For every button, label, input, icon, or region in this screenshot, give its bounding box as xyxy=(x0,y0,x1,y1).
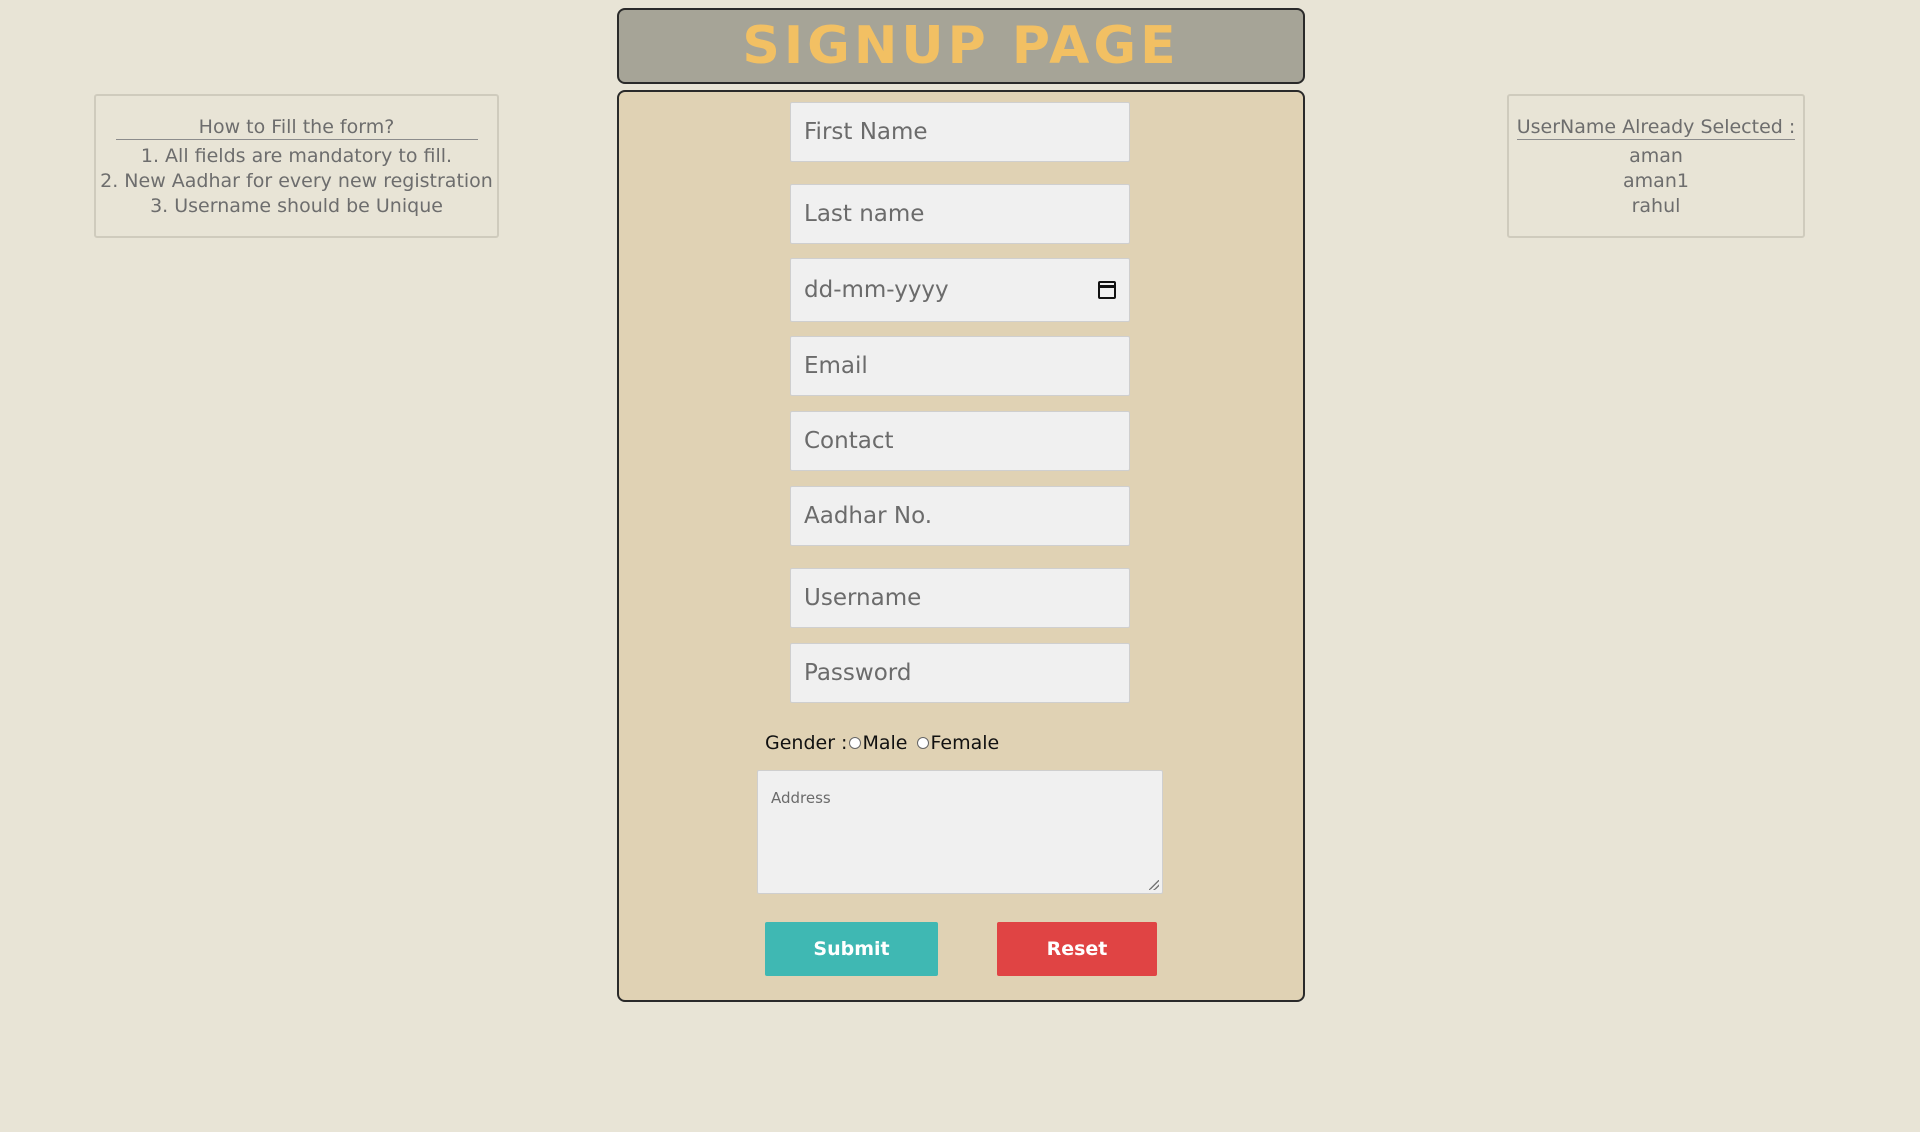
email-placeholder: Email xyxy=(804,353,868,379)
gender-group: Gender : Male Female xyxy=(765,732,999,754)
calendar-icon[interactable] xyxy=(1098,281,1116,299)
instruction-item: 3. Username should be Unique xyxy=(150,195,443,217)
dob-input[interactable]: dd-mm-yyyy xyxy=(790,258,1130,322)
instruction-item: 1. All fields are mandatory to fill. xyxy=(140,145,453,167)
signup-form: First Name Last name dd-mm-yyyy Email Co… xyxy=(617,90,1305,1002)
submit-button[interactable]: Submit xyxy=(765,922,938,976)
aadhar-placeholder: Aadhar No. xyxy=(804,503,933,529)
password-placeholder: Password xyxy=(804,660,912,686)
first-name-input[interactable]: First Name xyxy=(790,102,1130,162)
address-placeholder: Address xyxy=(771,789,831,807)
username-placeholder: Username xyxy=(804,585,922,611)
instructions-panel: How to Fill the form? 1. All fields are … xyxy=(94,94,499,238)
gender-male-radio[interactable] xyxy=(849,737,862,749)
gender-female-radio[interactable] xyxy=(917,737,930,749)
gender-male-label[interactable]: Male xyxy=(862,732,907,754)
instructions-title: How to Fill the form? xyxy=(115,116,478,140)
dob-placeholder: dd-mm-yyyy xyxy=(804,277,949,303)
first-name-placeholder: First Name xyxy=(804,119,928,145)
page-header: SIGNUP PAGE xyxy=(617,8,1305,84)
gender-label: Gender : xyxy=(765,732,848,754)
contact-placeholder: Contact xyxy=(804,428,894,454)
aadhar-input[interactable]: Aadhar No. xyxy=(790,486,1130,546)
contact-input[interactable]: Contact xyxy=(790,411,1130,471)
last-name-placeholder: Last name xyxy=(804,201,925,227)
gender-female-label[interactable]: Female xyxy=(930,732,999,754)
email-input[interactable]: Email xyxy=(790,336,1130,396)
username-input[interactable]: Username xyxy=(790,568,1130,628)
taken-usernames-title: UserName Already Selected : xyxy=(1516,116,1796,140)
taken-username-item: aman xyxy=(1629,145,1683,167)
taken-username-item: rahul xyxy=(1631,195,1681,217)
last-name-input[interactable]: Last name xyxy=(790,184,1130,244)
reset-button[interactable]: Reset xyxy=(997,922,1157,976)
taken-usernames-panel: UserName Already Selected : aman aman1 r… xyxy=(1507,94,1805,238)
instruction-item: 2. New Aadhar for every new registration xyxy=(100,170,493,192)
password-input[interactable]: Password xyxy=(790,643,1130,703)
page-title: SIGNUP PAGE xyxy=(742,16,1180,76)
taken-username-item: aman1 xyxy=(1623,170,1689,192)
address-textarea[interactable]: Address xyxy=(757,770,1163,894)
resize-grip-icon[interactable] xyxy=(1149,880,1159,890)
